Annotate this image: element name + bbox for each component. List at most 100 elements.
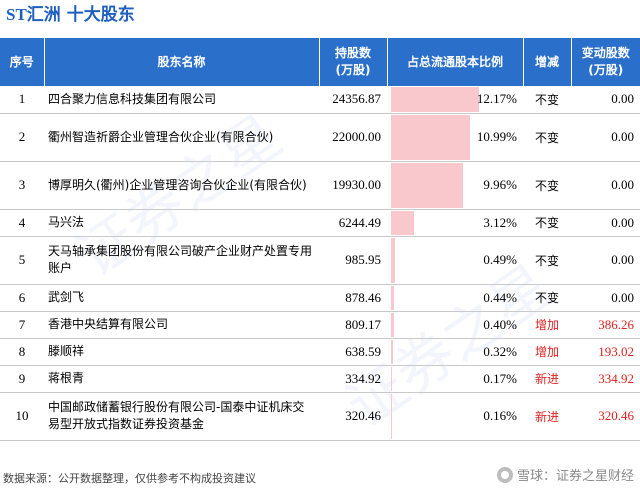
row-index: 9 (0, 365, 44, 393)
shareholder-name: 滕顺祥 (44, 338, 319, 366)
change-shares: 0.00 (571, 209, 640, 237)
ratio-bar (391, 210, 414, 235)
row-index: 6 (0, 284, 44, 312)
ratio-label: 0.44% (483, 289, 517, 305)
ratio-cell: 0.40% (387, 311, 523, 339)
change-shares: 334.92 (571, 365, 640, 393)
ratio-cell: 0.17% (387, 365, 523, 393)
row-index: 3 (0, 161, 44, 210)
page-title: ST汇洲 十大股东 (6, 3, 135, 27)
ratio-cell: 0.16% (387, 392, 523, 441)
change-status: 不变 (523, 284, 571, 312)
shareholder-name: 马兴法 (44, 209, 319, 237)
ratio-bar (391, 114, 471, 160)
table-row: 5 天马轴承集团股份有限公司破产企业财产处置专用账户 985.95 0.49% 不变 0.… (0, 236, 640, 285)
row-index: 5 (0, 236, 44, 285)
shareholder-name: 博厚明久(衢州)企业管理咨询合伙企业(有限合伙) (44, 161, 319, 210)
change-status: 不变 (523, 113, 571, 162)
shareholder-name: 蒋根青 (44, 365, 319, 393)
ratio-cell: 0.32% (387, 338, 523, 366)
row-index: 1 (0, 86, 44, 114)
header-change: 增减 (523, 38, 572, 86)
change-shares: 0.00 (571, 284, 640, 312)
shares-held: 334.92 (319, 365, 387, 393)
ratio-cell: 0.49% (387, 236, 523, 285)
shares-held: 6244.49 (319, 209, 387, 237)
shares-held: 19930.00 (319, 161, 387, 210)
header-delta-label: 变动股数 (万股) (581, 46, 630, 77)
shareholder-name: 武剑飞 (44, 284, 319, 312)
shares-held: 985.95 (319, 236, 387, 285)
ratio-label: 12.17% (476, 91, 517, 107)
brand-mark: 雪球：证券之星财经 (496, 465, 634, 484)
table-row: 7 香港中央结算有限公司 809.17 0.40% 增加 386.26 (0, 311, 640, 339)
ratio-bar (391, 339, 394, 364)
ratio-bar (391, 87, 479, 112)
shareholder-name: 四合聚力信息科技集团有限公司 (44, 86, 319, 114)
header-shares-label: 持股数 (万股) (334, 46, 371, 77)
row-index: 10 (0, 392, 44, 441)
shares-held: 809.17 (319, 311, 387, 339)
table-row: 1 四合聚力信息科技集团有限公司 24356.87 12.17% 不变 0.00 (0, 86, 640, 114)
shares-held: 638.59 (319, 338, 387, 366)
ratio-label: 0.17% (483, 370, 517, 386)
table-row: 4 马兴法 6244.49 3.12% 不变 0.00 (0, 209, 640, 237)
header-name: 股东名称 (44, 38, 320, 86)
header-ratio: 占总流通股本比例 (387, 38, 524, 86)
stock-code: ST汇洲 (6, 5, 61, 24)
shareholder-name: 香港中央结算有限公司 (44, 311, 319, 339)
row-index: 8 (0, 338, 44, 366)
header-delta: 变动股数 (万股) (571, 38, 640, 86)
change-shares: 0.00 (571, 86, 640, 114)
shares-held: 22000.00 (319, 113, 387, 162)
table-header-row: 序号 股东名称 持股数 (万股) 占总流通股本比例 增减 变动股数 (万股) (0, 38, 640, 86)
change-status: 增加 (523, 338, 571, 366)
change-shares: 193.02 (571, 338, 640, 366)
ratio-label: 0.16% (483, 408, 517, 423)
brand-text: 雪球：证券之星财经 (516, 469, 634, 484)
shareholder-name: 天马轴承集团股份有限公司破产企业财产处置专用账户 (44, 236, 319, 285)
shares-held: 320.46 (319, 392, 387, 441)
data-source-note: 数据来源：公开数据整理，仅供参考不构成投资建议 (3, 472, 256, 485)
snowball-logo-icon (496, 466, 513, 483)
ratio-bar (391, 237, 395, 283)
ratio-label: 3.12% (483, 214, 517, 230)
change-shares: 0.00 (571, 113, 640, 162)
header-shares: 持股数 (万股) (319, 38, 388, 86)
change-status: 不变 (523, 86, 571, 114)
ratio-label: 10.99% (476, 129, 517, 144)
ratio-bar (391, 312, 394, 337)
row-index: 7 (0, 311, 44, 339)
ratio-cell: 3.12% (387, 209, 523, 237)
table-row: 9 蒋根青 334.92 0.17% 新进 334.92 (0, 365, 640, 393)
ratio-label: 0.32% (483, 343, 517, 359)
title-text: 十大股东 (66, 5, 135, 25)
change-shares: 320.46 (571, 392, 640, 441)
shares-held: 878.46 (319, 284, 387, 312)
table-row: 2 衢州智造祈爵企业管理合伙企业(有限合伙) 22000.00 10.99% 不变 0.0… (0, 113, 640, 162)
shareholder-name: 中国邮政储蓄银行股份有限公司-国泰中证机床交易型开放式指数证券投资基金 (44, 392, 319, 441)
ratio-bar (391, 162, 464, 208)
change-shares: 386.26 (571, 311, 640, 339)
row-index: 4 (0, 209, 44, 237)
shares-held: 24356.87 (319, 86, 387, 114)
ratio-label: 0.49% (483, 252, 517, 267)
ratio-bar (391, 285, 395, 310)
change-status: 新进 (523, 365, 571, 393)
header-idx: 序号 (0, 38, 45, 86)
change-status: 不变 (523, 209, 571, 237)
change-status: 增加 (523, 311, 571, 339)
table-row: 8 滕顺祥 638.59 0.32% 增加 193.02 (0, 338, 640, 366)
ratio-label: 9.96% (483, 177, 517, 192)
shareholder-table: 序号 股东名称 持股数 (万股) 占总流通股本比例 增减 变动股数 (万股) 1… (0, 38, 640, 441)
change-status: 不变 (523, 161, 571, 210)
change-shares: 0.00 (571, 161, 640, 210)
table-row: 6 武剑飞 878.46 0.44% 不变 0.00 (0, 284, 640, 312)
ratio-bar (391, 393, 393, 439)
change-shares: 0.00 (571, 236, 640, 285)
row-index: 2 (0, 113, 44, 162)
ratio-cell: 9.96% (387, 161, 523, 210)
ratio-cell: 10.99% (387, 113, 523, 162)
table-row: 3 博厚明久(衢州)企业管理咨询合伙企业(有限合伙) 19930.00 9.96% 不变… (0, 161, 640, 210)
table-row: 10 中国邮政储蓄银行股份有限公司-国泰中证机床交易型开放式指数证券投资基金 320… (0, 392, 640, 441)
